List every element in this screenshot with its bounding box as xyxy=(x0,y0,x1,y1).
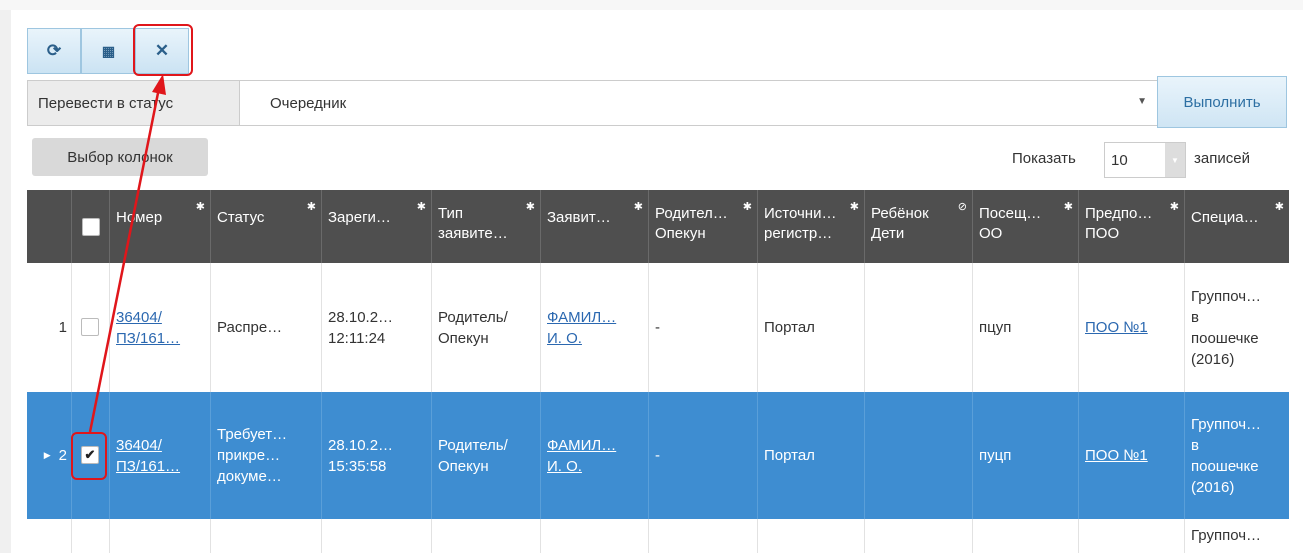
applicant-cell[interactable]: ФАМИЛ… И. О. xyxy=(541,263,649,392)
registered-cell: 28.10.2… 12:11:24 xyxy=(322,263,432,392)
entries-label: записей xyxy=(1194,150,1250,167)
preferred-cell[interactable]: ПОО №1 xyxy=(1079,392,1185,519)
applicant-type-cell: Родитель/ Опекун xyxy=(432,392,541,519)
status-select[interactable]: Очередник ▼ xyxy=(240,81,1157,125)
gear-icon[interactable]: ✱ xyxy=(417,197,426,217)
specialty-cell: Группоч… xyxy=(1191,527,1262,544)
expand-icon[interactable]: ▶ xyxy=(44,445,51,466)
table-row[interactable]: 1 36404/ ПЗ/161… Распре… 28.10.2… 12:11:… xyxy=(27,263,1289,392)
page-size-value: 10 xyxy=(1111,151,1128,169)
gear-icon[interactable]: ✱ xyxy=(196,197,205,217)
child-cell xyxy=(865,519,973,553)
application-number-link[interactable]: 36404/ ПЗ/161… xyxy=(116,435,180,477)
number-cell[interactable]: 36404/ ПЗ/161… xyxy=(110,263,211,392)
child-cell xyxy=(865,392,973,519)
gear-icon[interactable]: ✱ xyxy=(634,197,643,217)
row-index: 1 xyxy=(27,263,72,392)
header-source[interactable]: Источни… регистр… ✱ xyxy=(758,190,865,263)
header-specialty[interactable]: Специа… ✱ xyxy=(1185,190,1289,263)
header-applicant[interactable]: Заявит… ✱ xyxy=(541,190,649,263)
highlight-row-checkbox xyxy=(71,432,107,480)
show-label: Показать xyxy=(1012,150,1076,167)
header-index-col xyxy=(27,190,72,263)
registered-cell: 28.10.2… 15:35:58 xyxy=(322,392,432,519)
choose-columns-button[interactable]: Выбор колонок xyxy=(32,138,208,176)
refresh-button[interactable]: ⟳ xyxy=(27,28,81,74)
grid-icon: ▦ xyxy=(101,42,115,59)
gear-icon[interactable]: ✱ xyxy=(526,197,535,217)
gear-icon[interactable]: ✱ xyxy=(743,197,752,217)
visited-cell: пцуп xyxy=(973,263,1079,392)
status-selected-value: Очередник xyxy=(270,94,347,112)
preferred-link[interactable]: ПОО №1 xyxy=(1085,445,1148,466)
source-cell: Портал xyxy=(758,263,865,392)
header-status[interactable]: Статус ✱ xyxy=(211,190,322,263)
header-number[interactable]: Номер ✱ xyxy=(110,190,211,263)
highlight-clear-button xyxy=(133,24,193,76)
applicant-link[interactable]: ФАМИЛ… И. О. xyxy=(547,435,616,477)
gear-icon[interactable]: ✱ xyxy=(1064,197,1073,217)
chevron-down-icon: ▼ xyxy=(1165,143,1185,177)
header-preferred[interactable]: Предпо… ПОО ✱ xyxy=(1079,190,1185,263)
application-number-link[interactable]: 36404/ ПЗ/161… xyxy=(116,307,180,349)
source-cell: Портал xyxy=(758,392,865,519)
row-check-cell xyxy=(72,519,110,553)
gear-icon[interactable]: ✱ xyxy=(1275,197,1284,217)
table-header: Номер ✱ Статус ✱ Зареги… ✱ Тип заявите… ✱ За… xyxy=(27,190,1289,263)
header-parent[interactable]: Родител… Опекун ✱ xyxy=(649,190,758,263)
header-visited[interactable]: Посещ… ОО ✱ xyxy=(973,190,1079,263)
header-registered[interactable]: Зареги… ✱ xyxy=(322,190,432,263)
preferred-link[interactable]: ПОО №1 xyxy=(1085,317,1148,338)
gear-icon[interactable]: ✱ xyxy=(850,197,859,217)
status-cell xyxy=(211,519,322,553)
preferred-cell[interactable]: ПОО №1 xyxy=(1079,263,1185,392)
page-size-select[interactable]: 10 ▼ xyxy=(1104,142,1186,178)
top-band xyxy=(0,0,1303,10)
header-child[interactable]: Ребёнок Дети ⊘ xyxy=(865,190,973,263)
page: ⟳ ▦ ✕ Перевести в статус Очередник ▼ Вып… xyxy=(0,0,1303,553)
specialty-cell: Группоч… в поошечке (2016) xyxy=(1191,415,1262,496)
visited-cell xyxy=(973,519,1079,553)
select-all-checkbox[interactable] xyxy=(82,218,100,236)
parent-cell xyxy=(649,519,758,553)
status-cell: Требует… прикре… докуме… xyxy=(211,392,322,519)
row-index xyxy=(27,519,72,553)
applicant-type-cell xyxy=(432,519,541,553)
applicant-link[interactable]: ФАМИЛ… И. О. xyxy=(547,307,616,349)
refresh-icon: ⟳ xyxy=(46,41,62,60)
execute-button[interactable]: Выполнить xyxy=(1157,76,1287,128)
child-cell xyxy=(865,263,973,392)
registered-cell xyxy=(322,519,432,553)
eye-off-icon[interactable]: ⊘ xyxy=(958,197,967,217)
visited-cell: пуцп xyxy=(973,392,1079,519)
gear-icon[interactable]: ✱ xyxy=(307,197,316,217)
preferred-cell xyxy=(1079,519,1185,553)
row-index: ▶ 2 xyxy=(27,392,72,519)
chevron-down-icon: ▼ xyxy=(1137,96,1147,107)
row-checkbox[interactable] xyxy=(81,318,99,336)
number-cell[interactable]: 36404/ ПЗ/161… xyxy=(110,392,211,519)
source-cell xyxy=(758,519,865,553)
applicant-cell xyxy=(541,519,649,553)
specialty-cell: Группоч… в поошечке (2016) xyxy=(1191,287,1262,368)
columns-grid-button[interactable]: ▦ xyxy=(81,28,135,74)
status-cell: Распре… xyxy=(211,263,322,392)
status-change-label: Перевести в статус xyxy=(28,81,240,125)
number-cell xyxy=(110,519,211,553)
parent-cell: - xyxy=(649,263,758,392)
header-applicant-type[interactable]: Тип заявите… ✱ xyxy=(432,190,541,263)
gear-icon[interactable]: ✱ xyxy=(1170,197,1179,217)
table-row-selected[interactable]: ▶ 2 36404/ ПЗ/161… Требует… прикре… докум… xyxy=(27,392,1289,519)
applicant-cell[interactable]: ФАМИЛ… И. О. xyxy=(541,392,649,519)
table-row[interactable]: Группоч… xyxy=(27,519,1289,553)
applicant-type-cell: Родитель/ Опекун xyxy=(432,263,541,392)
status-change-bar: Перевести в статус Очередник ▼ xyxy=(27,80,1285,126)
parent-cell: - xyxy=(649,392,758,519)
